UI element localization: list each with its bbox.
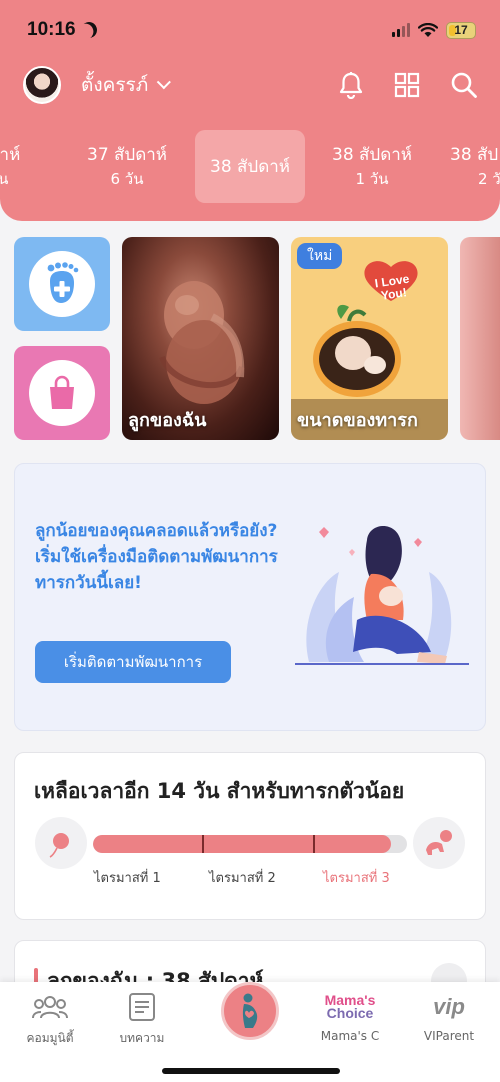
week-tab[interactable]: 38 สัปดาห์ 1 วัน: [317, 130, 427, 203]
start-tracking-button[interactable]: เริ่มติดตามพัฒนาการ: [35, 641, 231, 683]
due-date-countdown-card: เหลือเวลาอีก 14 วัน สำหรับทารกตัวน้อย ไต…: [14, 752, 486, 920]
baby-size-label: ขนาดของทารก: [291, 399, 448, 440]
mamas-choice-logo: Mama's Choice: [324, 992, 376, 1021]
header: 10:16 17 ตั้งครรภ์ าห์ น 37 สัปดาห์ 6 วั…: [0, 0, 500, 221]
search-icon[interactable]: [450, 71, 478, 99]
my-baby-card[interactable]: ลูกของฉัน: [122, 237, 279, 440]
signal-icon: [392, 23, 410, 37]
promo-text: ลูกน้อยของคุณคลอดแล้วหรือยัง? เริ่มใช้เค…: [35, 521, 278, 593]
moon-icon: [78, 19, 99, 40]
bell-icon[interactable]: [338, 71, 364, 99]
battery-icon: 17: [446, 21, 476, 39]
status-time: 10:16: [27, 19, 76, 40]
wifi-icon: [418, 22, 438, 37]
embryo-icon: [49, 833, 69, 858]
countdown-title: เหลือเวลาอีก 14 วัน สำหรับทารกตัวน้อย: [34, 779, 405, 803]
pregnant-woman-icon: [242, 993, 258, 1028]
tab-articles[interactable]: บทความ: [97, 990, 187, 1048]
pregnancy-home-button[interactable]: [221, 982, 279, 1040]
shopping-tile[interactable]: [14, 346, 110, 440]
pregnancy-start-icon: [35, 817, 87, 869]
trimester-divider: [313, 835, 315, 853]
tab-viparent[interactable]: vip VIParent: [404, 990, 494, 1043]
tab-mamas-choice[interactable]: Mama's Choice Mama's C: [305, 990, 395, 1043]
article-icon: [129, 993, 155, 1021]
baby-size-card[interactable]: ใหม่ I Love You! ขนาดของทารก: [291, 237, 448, 440]
trimester-divider: [202, 835, 204, 853]
my-baby-label: ลูกของฉัน: [128, 410, 207, 431]
community-icon: [32, 996, 68, 1019]
profile-switcher[interactable]: ตั้งครรภ์: [81, 70, 172, 100]
tab-community[interactable]: คอมมูนิตี้: [5, 990, 95, 1048]
bottom-tab-bar: คอมมูนิตี้ บทความ Mama's Choice Mama's C …: [0, 982, 500, 1082]
week-tab[interactable]: 38 สัป 2 วั: [440, 130, 500, 203]
grid-menu-icon[interactable]: [394, 72, 420, 98]
pregnancy-progress-bar: [93, 835, 407, 853]
week-tab[interactable]: 37 สัปดาห์ 6 วัน: [72, 130, 182, 203]
chevron-down-icon: [157, 75, 172, 90]
week-tab-current[interactable]: 38 สัปดาห์: [195, 130, 305, 203]
development-tracker-promo: ลูกน้อยของคุณคลอดแล้วหรือยัง? เริ่มใช้เค…: [14, 463, 486, 731]
next-tile-peek[interactable]: [460, 237, 500, 440]
baby-crawling-icon: [426, 830, 452, 855]
baby-foot-icon: [47, 262, 79, 303]
trimester-1-label: ไตรมาสที่ 1: [94, 871, 161, 886]
status-bar: 10:16 17: [27, 17, 476, 43]
username: ตั้งครรภ์: [81, 74, 149, 96]
week-tab[interactable]: ปดาห์ วัน: [0, 130, 54, 203]
trimester-3-label: ไตรมาสที่ 3: [323, 871, 390, 886]
home-indicator: [162, 1068, 340, 1074]
mother-baby-illustration: [295, 526, 469, 665]
pregnancy-progress-fill: [93, 835, 392, 853]
trimester-2-label: ไตรมาสที่ 2: [209, 871, 276, 886]
week-selector: ปดาห์ วัน 37 สัปดาห์ 6 วัน 38 สัปดาห์ 38…: [0, 130, 500, 204]
vip-logo: vip: [433, 994, 465, 1019]
baby-foot-tile[interactable]: [14, 237, 110, 331]
avatar[interactable]: [23, 66, 61, 104]
baby-crawling-icon-wrap: [413, 817, 465, 869]
shopping-bag-icon: [50, 375, 74, 409]
